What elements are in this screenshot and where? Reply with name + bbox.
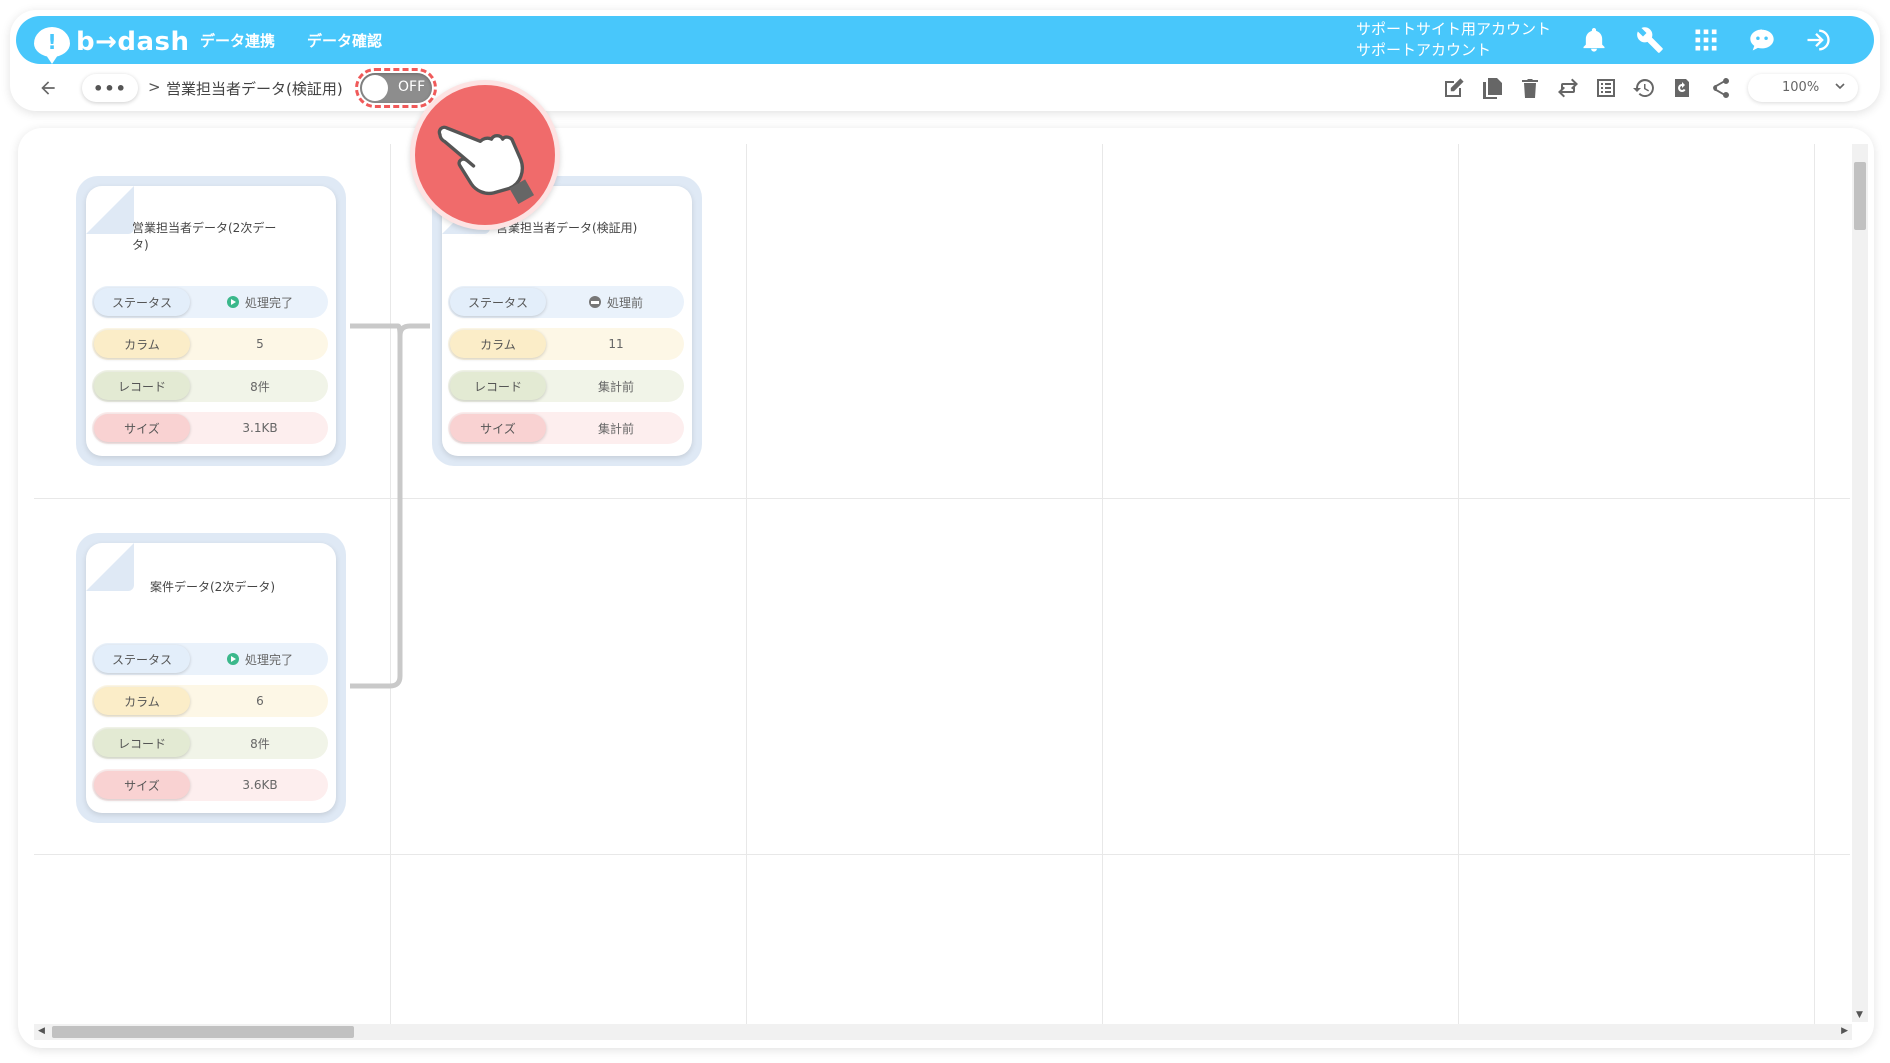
- record-value: 8件: [250, 736, 270, 751]
- apps-grid-icon[interactable]: [1686, 24, 1726, 56]
- record-row: レコード 集計前: [448, 370, 684, 402]
- status-label: ステータス: [94, 288, 190, 316]
- scroll-right-arrow-icon[interactable]: ▶: [1841, 1026, 1848, 1036]
- data-card-sales-rep-secondary[interactable]: 営業担当者データ(2次データ) ステータス 処理完了 カラム 5 レコード 8件…: [76, 176, 346, 466]
- delete-icon[interactable]: [1516, 74, 1544, 102]
- column-label: カラム: [450, 330, 546, 358]
- size-label: サイズ: [94, 414, 190, 442]
- record-label: レコード: [450, 372, 546, 400]
- scroll-down-arrow-icon[interactable]: ▼: [1856, 1010, 1863, 1020]
- column-row: カラム 11: [448, 328, 684, 360]
- column-label: カラム: [94, 330, 190, 358]
- account-line1: サポートサイト用アカウント: [1356, 20, 1552, 38]
- chevron-down-icon: [1835, 83, 1845, 90]
- logo-text: b→dash: [76, 27, 190, 57]
- record-row: レコード 8件: [92, 370, 328, 402]
- status-value-text: 処理完了: [244, 295, 293, 310]
- nav-data-integration[interactable]: データ連携: [200, 30, 275, 51]
- scroll-left-arrow-icon[interactable]: ◀: [38, 1026, 45, 1036]
- flow-canvas[interactable]: 営業担当者データ(2次データ) ステータス 処理完了 カラム 5 レコード 8件…: [18, 128, 1874, 1048]
- toggle-knob: [362, 75, 388, 101]
- size-row: サイズ 3.1KB: [92, 412, 328, 444]
- header-icon-group: [1574, 24, 1854, 56]
- status-row: ステータス 処理完了: [92, 286, 328, 318]
- status-value-text: 処理完了: [244, 652, 293, 667]
- record-label: レコード: [94, 729, 190, 757]
- history-icon[interactable]: [1630, 74, 1658, 102]
- zoom-value: 100%: [1782, 80, 1820, 95]
- status-value: 処理前: [552, 286, 680, 318]
- record-label: レコード: [94, 372, 190, 400]
- size-row: サイズ 集計前: [448, 412, 684, 444]
- record-value: 8件: [250, 379, 270, 394]
- swap-icon[interactable]: [1554, 74, 1582, 102]
- data-card-deal-secondary[interactable]: 案件データ(2次データ) ステータス 処理完了 カラム 6 レコード 8件 サイ…: [76, 533, 346, 823]
- back-arrow-icon[interactable]: [38, 78, 58, 98]
- top-nav: データ連携 データ確認: [200, 30, 414, 51]
- toggle-label: OFF: [398, 79, 426, 95]
- size-label: サイズ: [450, 414, 546, 442]
- horizontal-scrollbar[interactable]: ◀ ▶: [34, 1024, 1852, 1040]
- size-label: サイズ: [94, 771, 190, 799]
- status-label: ステータス: [450, 288, 546, 316]
- column-row: カラム 6: [92, 685, 328, 717]
- logo-bubble-icon: !: [34, 27, 70, 64]
- share-icon[interactable]: [1706, 74, 1734, 102]
- column-value: 5: [256, 337, 264, 351]
- column-value: 6: [256, 694, 264, 708]
- column-label: カラム: [94, 687, 190, 715]
- pointing-hand-icon: [437, 125, 535, 205]
- account-line2: サポートアカウント: [1356, 41, 1492, 59]
- bell-icon[interactable]: [1574, 24, 1614, 56]
- edit-icon[interactable]: [1440, 74, 1468, 102]
- account-info[interactable]: サポートサイト用アカウント サポートアカウント: [1356, 19, 1551, 61]
- column-value: 11: [608, 337, 624, 351]
- size-row: サイズ 3.6KB: [92, 769, 328, 801]
- card-title: 営業担当者データ(2次データ): [132, 221, 277, 252]
- logout-icon[interactable]: [1798, 24, 1838, 56]
- card-title: 案件データ(2次データ): [150, 580, 275, 594]
- logo-mark: !: [47, 30, 57, 54]
- status-label: ステータス: [94, 645, 190, 673]
- status-pending-icon: [588, 296, 601, 308]
- breadcrumb-more-button[interactable]: •••: [82, 74, 138, 102]
- pointer-hand-overlay: [410, 80, 560, 230]
- breadcrumb-separator: >: [148, 78, 161, 96]
- record-value: 集計前: [597, 379, 634, 394]
- vertical-scroll-thumb[interactable]: [1854, 162, 1866, 230]
- size-value: 3.1KB: [242, 421, 278, 435]
- refresh-icon[interactable]: [1668, 74, 1696, 102]
- status-value-text: 処理前: [606, 295, 643, 310]
- status-row: ステータス 処理前: [448, 286, 684, 318]
- status-done-icon: [226, 296, 239, 308]
- toolbar-icon-group: [1440, 74, 1744, 102]
- card-title: 営業担当者データ(検証用): [496, 221, 638, 235]
- column-row: カラム 5: [92, 328, 328, 360]
- zoom-select[interactable]: 100%: [1748, 74, 1858, 102]
- chat-bot-icon[interactable]: [1742, 24, 1782, 56]
- size-value: 3.6KB: [242, 778, 278, 792]
- publish-toggle[interactable]: OFF: [360, 73, 432, 103]
- nav-data-check[interactable]: データ確認: [307, 30, 382, 51]
- list-icon[interactable]: [1592, 74, 1620, 102]
- horizontal-scroll-thumb[interactable]: [52, 1026, 354, 1038]
- copy-icon[interactable]: [1478, 74, 1506, 102]
- breadcrumb-current-title: 営業担当者データ(検証用): [166, 80, 343, 98]
- size-value: 集計前: [597, 421, 634, 436]
- wrench-icon[interactable]: [1630, 24, 1670, 56]
- status-value: 処理完了: [196, 286, 324, 318]
- status-row: ステータス 処理完了: [92, 643, 328, 675]
- app-logo[interactable]: ! b→dash: [34, 24, 190, 64]
- status-value: 処理完了: [196, 643, 324, 675]
- vertical-scrollbar[interactable]: ▼: [1852, 144, 1868, 1022]
- record-row: レコード 8件: [92, 727, 328, 759]
- status-done-icon: [226, 653, 239, 665]
